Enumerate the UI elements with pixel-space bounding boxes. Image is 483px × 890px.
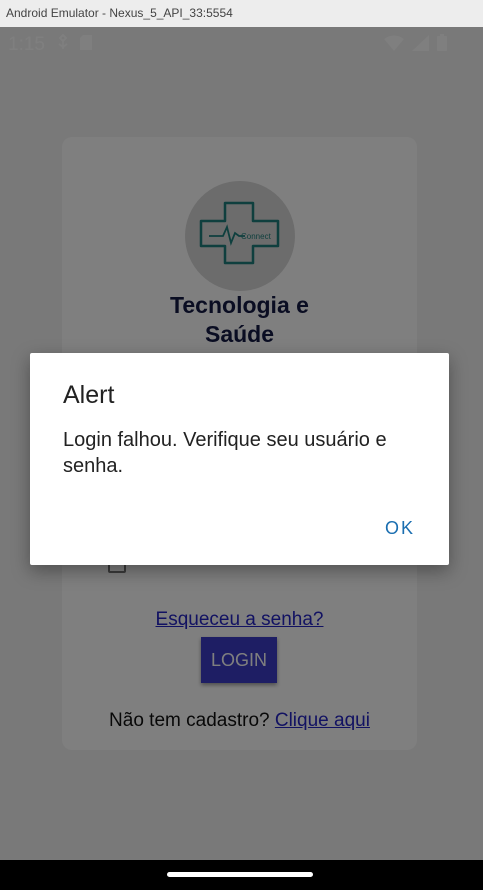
emulator-window-title: Android Emulator - Nexus_5_API_33:5554 — [0, 0, 483, 27]
gesture-handle[interactable] — [167, 872, 313, 877]
navigation-bar — [0, 860, 483, 890]
dialog-ok-button[interactable]: OK — [377, 514, 423, 543]
device-screen: 1:15 Connect — [0, 27, 483, 890]
alert-dialog: Alert Login falhou. Verifique seu usuári… — [30, 353, 449, 565]
dialog-message: Login falhou. Verifique seu usuário e se… — [63, 429, 387, 477]
dialog-title: Alert — [63, 381, 115, 409]
